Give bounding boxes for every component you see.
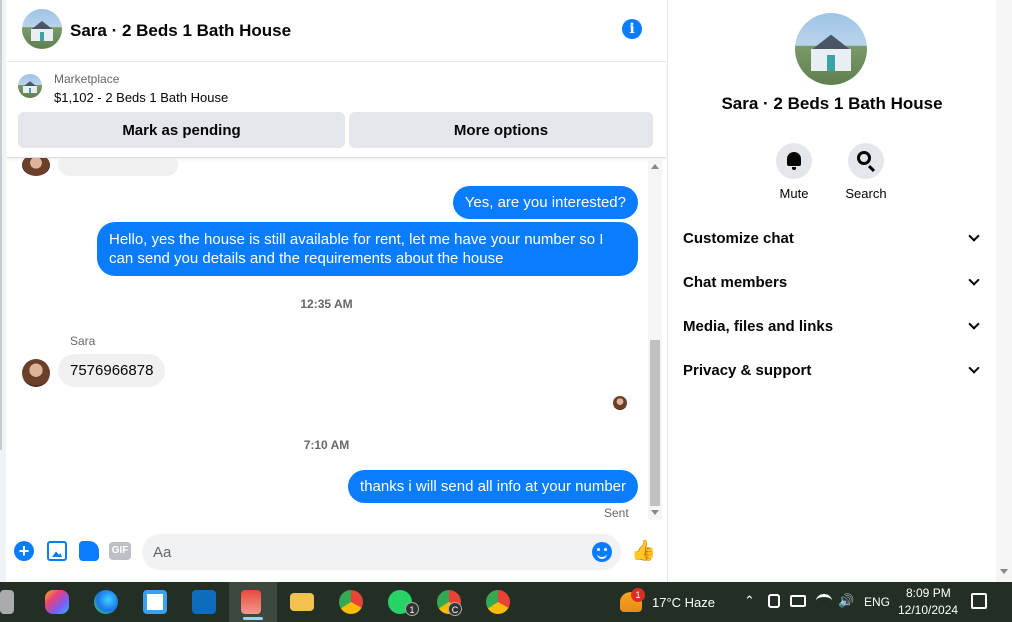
message-bubble-outgoing[interactable]: Hello, yes the house is still available … [97, 222, 638, 276]
section-chat-members[interactable]: Chat members [683, 272, 983, 296]
whatsapp-badge: 1 [405, 602, 419, 616]
message-scrollbar[interactable] [648, 158, 662, 520]
thumbs-up-icon[interactable]: 👍 [631, 540, 656, 562]
microsoft-store-icon[interactable] [143, 590, 167, 614]
message-bubble-partial [58, 158, 178, 176]
emoji-icon[interactable] [592, 542, 612, 562]
chrome-profile-badge: C [448, 602, 462, 616]
message-timestamp: 12:35 AM [300, 297, 353, 311]
page-scrollbar[interactable] [996, 0, 1012, 582]
info-icon[interactable]: i [622, 19, 642, 39]
listing-thumbnail[interactable] [18, 74, 42, 98]
language-indicator[interactable]: ENG [864, 595, 890, 609]
file-explorer-icon[interactable] [290, 593, 314, 611]
section-label: Customize chat [683, 230, 794, 247]
weather-badge: 1 [631, 588, 645, 602]
panel-title: Sara · 2 Beds 1 Bath House [721, 94, 943, 113]
clock-time[interactable]: 8:09 PM [906, 586, 951, 600]
outlook-icon[interactable] [192, 590, 216, 614]
message-bubble-incoming[interactable]: 7576966878 [58, 354, 166, 387]
scroll-up-arrow-icon[interactable] [651, 164, 659, 169]
search-icon [857, 151, 871, 165]
weather-text[interactable]: 17°C Haze [652, 595, 715, 610]
mark-as-pending-button[interactable]: Mark as pending [18, 112, 345, 148]
background-window-edge [0, 0, 6, 582]
copilot-icon[interactable] [45, 590, 69, 614]
chevron-down-icon [968, 318, 980, 330]
mute-label: Mute [779, 186, 809, 201]
volume-icon[interactable]: 🔊 [838, 593, 854, 609]
more-options-button[interactable]: More options [349, 112, 653, 148]
image-icon[interactable] [47, 541, 67, 561]
message-input-placeholder: Aa [153, 544, 172, 561]
chevron-up-icon[interactable]: ⌃ [744, 593, 755, 609]
plus-icon[interactable]: + [14, 541, 34, 561]
scroll-down-arrow-icon[interactable] [1000, 569, 1008, 574]
chat-details-panel: Sara · 2 Beds 1 Bath House Mute Search C… [667, 0, 995, 582]
gif-icon[interactable]: GIF [109, 542, 131, 560]
chat-title[interactable]: Sara · 2 Beds 1 Bath House [70, 21, 291, 41]
section-media-files-links[interactable]: Media, files and links [683, 316, 983, 340]
chrome-profile-icon-2[interactable] [486, 590, 510, 614]
widgets-icon[interactable] [0, 590, 14, 614]
sender-avatar[interactable] [22, 359, 50, 387]
section-privacy-support[interactable]: Privacy & support [683, 360, 983, 384]
marketplace-listing-card: Marketplace $1,102 - 2 Beds 1 Bath House… [7, 62, 666, 158]
chevron-down-icon [968, 274, 980, 286]
sticker-icon[interactable] [79, 541, 99, 561]
listing-avatar-large[interactable] [795, 13, 867, 85]
message-bubble-outgoing[interactable]: thanks i will send all info at your numb… [348, 470, 638, 503]
scroll-down-arrow-icon[interactable] [651, 510, 659, 515]
read-receipt-avatar [613, 396, 627, 410]
battery-icon[interactable] [790, 595, 806, 607]
sender-name: Sara [70, 334, 96, 348]
section-customize-chat[interactable]: Customize chat [683, 228, 983, 252]
search-label: Search [845, 186, 887, 201]
notification-icon[interactable] [971, 593, 987, 609]
chat-header: Sara · 2 Beds 1 Bath House i [7, 0, 666, 62]
message-composer: + GIF Aa 👍 [7, 524, 666, 582]
sender-avatar [22, 158, 50, 176]
message-timestamp: 7:10 AM [303, 438, 350, 452]
chevron-down-icon [968, 230, 980, 242]
marketplace-label: Marketplace [54, 72, 120, 86]
listing-avatar[interactable] [22, 9, 62, 49]
clock-date[interactable]: 12/10/2024 [898, 603, 958, 617]
search-button[interactable]: Search [836, 143, 896, 201]
windows-taskbar: 1 C 1 17°C Haze ⌃ 🔊 ENG 8:09 PM 12/10/20… [0, 582, 1012, 622]
edge-browser-icon[interactable] [94, 590, 118, 614]
wifi-icon[interactable] [816, 594, 832, 608]
scrollbar-thumb[interactable] [650, 340, 660, 506]
listing-title[interactable]: $1,102 - 2 Beds 1 Bath House [54, 90, 228, 105]
chrome-icon[interactable] [339, 590, 363, 614]
section-label: Privacy & support [683, 362, 812, 379]
section-label: Chat members [683, 274, 788, 291]
message-input[interactable]: Aa [142, 534, 621, 570]
sent-status: Sent [604, 506, 629, 520]
message-bubble-outgoing[interactable]: Yes, are you interested? [452, 186, 638, 219]
chevron-down-icon [968, 362, 980, 374]
bell-icon [787, 152, 801, 170]
mute-button[interactable]: Mute [764, 143, 824, 201]
message-list: Yes, are you interested? Hello, yes the … [7, 158, 666, 520]
section-label: Media, files and links [683, 318, 834, 335]
snipping-tool-icon[interactable] [241, 590, 261, 614]
meet-now-icon[interactable] [768, 594, 780, 608]
chat-window: Sara · 2 Beds 1 Bath House i Marketplace… [7, 0, 666, 582]
